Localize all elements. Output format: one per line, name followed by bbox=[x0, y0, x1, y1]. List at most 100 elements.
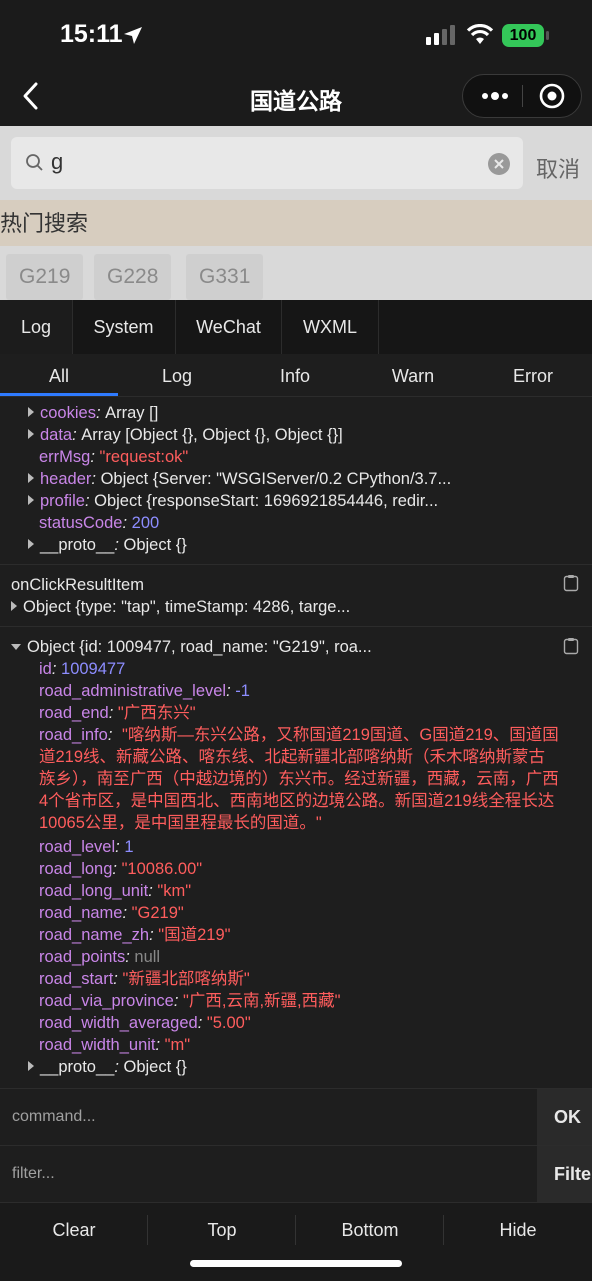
tab-wechat[interactable]: WeChat bbox=[176, 300, 282, 354]
command-row: OK bbox=[0, 1088, 592, 1145]
subtab-all[interactable]: All bbox=[0, 354, 118, 396]
console-log-area[interactable]: cookies: Array [] data: Array [Object {}… bbox=[0, 397, 592, 1089]
clear-icon[interactable] bbox=[487, 152, 511, 176]
key: road_width_averaged bbox=[39, 1014, 198, 1032]
key: errMsg bbox=[39, 448, 91, 466]
more-dots-icon[interactable] bbox=[481, 87, 509, 105]
log-row[interactable]: __proto__: Object {} bbox=[28, 534, 592, 556]
log-row: road_level: 1 bbox=[39, 838, 134, 856]
log-separator bbox=[0, 626, 592, 627]
log-row[interactable]: header: Object {Server: "WSGIServer/0.2 … bbox=[28, 468, 592, 490]
cancel-button[interactable]: 取消 bbox=[536, 152, 580, 184]
close-target-icon[interactable] bbox=[539, 83, 565, 109]
tab-log[interactable]: Log bbox=[0, 300, 73, 354]
command-input[interactable] bbox=[0, 1089, 536, 1145]
subtab-warn[interactable]: Warn bbox=[354, 354, 472, 396]
top-button[interactable]: Top bbox=[148, 1203, 296, 1257]
search-query[interactable]: g bbox=[51, 149, 63, 175]
search-input[interactable]: g bbox=[11, 137, 523, 189]
value: "5.00" bbox=[206, 1014, 251, 1032]
hide-button[interactable]: Hide bbox=[444, 1203, 592, 1257]
filter-button[interactable]: Filter bbox=[537, 1146, 592, 1202]
home-indicator bbox=[190, 1260, 402, 1267]
object-summary: Object {type: "tap", timeStamp: 4286, ta… bbox=[23, 598, 351, 616]
log-row: road_long_unit: "km" bbox=[39, 882, 192, 900]
tab-system[interactable]: System bbox=[72, 300, 176, 354]
subtab-info[interactable]: Info bbox=[236, 354, 354, 396]
key: id bbox=[39, 660, 52, 678]
object-summary: Object {id: 1009477, road_name: "G219", … bbox=[27, 638, 372, 656]
capsule-divider bbox=[522, 85, 523, 107]
value: Array [Object {}, Object {}, Object {}] bbox=[81, 426, 343, 444]
tab-wxml[interactable]: WXML bbox=[282, 300, 379, 354]
wifi-icon bbox=[466, 24, 494, 44]
filter-row: Filter bbox=[0, 1145, 592, 1202]
top-label: Top bbox=[207, 1220, 237, 1240]
expand-arrow-icon[interactable] bbox=[28, 539, 34, 549]
log-row[interactable]: Object {type: "tap", timeStamp: 4286, ta… bbox=[11, 596, 592, 618]
hot-search-header: 热门搜索 bbox=[0, 200, 592, 246]
hot-tag[interactable]: G331 bbox=[186, 254, 264, 300]
value: "新疆北部喀纳斯" bbox=[122, 970, 250, 988]
log-row[interactable]: cookies: Array [] bbox=[28, 402, 592, 424]
location-arrow-icon bbox=[124, 27, 142, 44]
mini-program-capsule bbox=[462, 74, 582, 118]
value: "km" bbox=[157, 882, 192, 900]
log-row[interactable]: profile: Object {responseStart: 16969218… bbox=[28, 490, 592, 512]
value: Array [] bbox=[105, 404, 159, 422]
key: road_start bbox=[39, 970, 114, 988]
key: road_width_unit bbox=[39, 1036, 156, 1054]
value: 1 bbox=[124, 838, 134, 856]
status-bar: 15:11 100 bbox=[0, 0, 592, 66]
value: Object {Server: "WSGIServer/0.2 CPython/… bbox=[100, 470, 452, 488]
expand-arrow-icon[interactable] bbox=[28, 473, 34, 483]
value: "m" bbox=[164, 1036, 191, 1054]
battery-cap bbox=[546, 31, 549, 40]
log-row[interactable]: __proto__: Object {} bbox=[28, 1056, 592, 1078]
log-row: road_points: null bbox=[39, 948, 161, 966]
expand-arrow-icon[interactable] bbox=[28, 407, 34, 417]
log-row: road_name: "G219" bbox=[39, 904, 184, 922]
collapse-arrow-icon[interactable] bbox=[11, 644, 21, 650]
log-label: onClickResultItem bbox=[11, 574, 592, 596]
log-separator bbox=[0, 564, 592, 565]
key: __proto__ bbox=[40, 1058, 115, 1076]
value: Object {} bbox=[123, 1058, 187, 1076]
key: __proto__ bbox=[40, 536, 115, 554]
hot-tag[interactable]: G228 bbox=[94, 254, 172, 300]
nav-bar: 国道公路 bbox=[0, 66, 592, 126]
search-icon bbox=[26, 154, 43, 171]
key: profile bbox=[40, 492, 85, 510]
hot-search-tags: G219 G228 G331 bbox=[0, 246, 592, 300]
bottom-button[interactable]: Bottom bbox=[296, 1203, 444, 1257]
expand-arrow-icon[interactable] bbox=[28, 495, 34, 505]
log-row: road_end: "广西东兴" bbox=[39, 704, 196, 722]
cellular-signal-icon bbox=[426, 25, 455, 45]
key: road_name_zh bbox=[39, 926, 150, 944]
value: "request:ok" bbox=[99, 448, 189, 466]
status-time: 15:11 bbox=[60, 20, 123, 48]
log-row: statusCode: 200 bbox=[39, 514, 160, 532]
subtab-error[interactable]: Error bbox=[474, 354, 592, 396]
value: "G219" bbox=[131, 904, 184, 922]
subtab-log[interactable]: Log bbox=[118, 354, 236, 396]
value: Object {} bbox=[123, 536, 187, 554]
expand-arrow-icon[interactable] bbox=[11, 601, 17, 611]
hot-tag[interactable]: G219 bbox=[6, 254, 84, 300]
log-row: id: 1009477 bbox=[39, 660, 126, 678]
key: statusCode bbox=[39, 514, 123, 532]
filter-input[interactable] bbox=[0, 1146, 536, 1202]
key: road_long bbox=[39, 860, 113, 878]
key: road_end bbox=[39, 704, 109, 722]
log-row[interactable]: Object {id: 1009477, road_name: "G219", … bbox=[11, 636, 592, 658]
log-row[interactable]: data: Array [Object {}, Object {}, Objec… bbox=[28, 424, 592, 446]
expand-arrow-icon[interactable] bbox=[28, 429, 34, 439]
key: header bbox=[40, 470, 92, 488]
value: Object {responseStart: 1696921854446, re… bbox=[94, 492, 439, 510]
log-row: road_long: "10086.00" bbox=[39, 860, 203, 878]
expand-arrow-icon[interactable] bbox=[28, 1061, 34, 1071]
clear-button[interactable]: Clear bbox=[0, 1203, 148, 1257]
bottom-label: Bottom bbox=[341, 1220, 399, 1240]
ok-button[interactable]: OK bbox=[537, 1089, 592, 1145]
log-row: road_name_zh: "国道219" bbox=[39, 926, 231, 944]
